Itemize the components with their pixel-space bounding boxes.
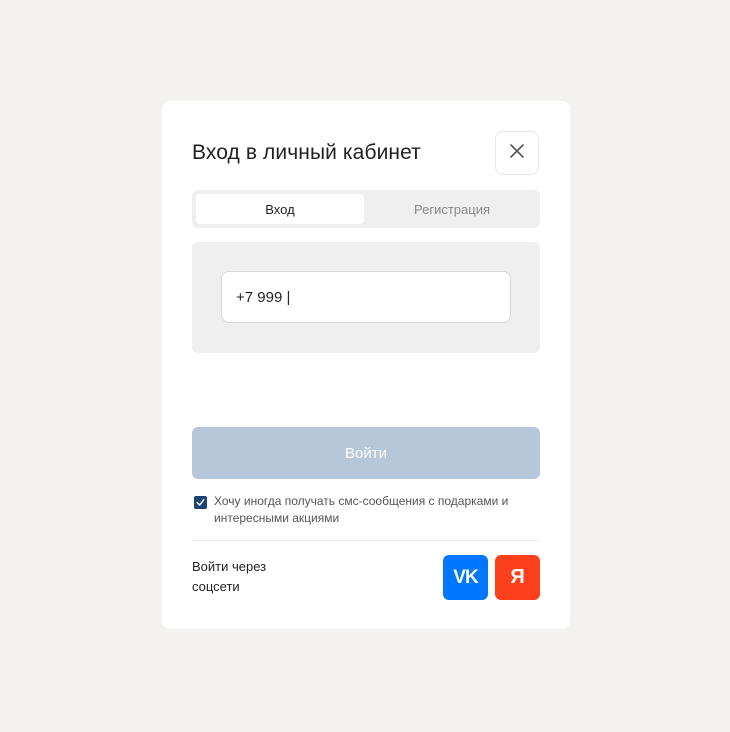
yandex-icon: Я [510,566,525,588]
social-login-label: Войти через соцсети [192,559,267,594]
sms-consent-text: Хочу иногда получать смс-сообщения с под… [214,494,509,525]
login-modal: Вход в личный кабинет Вход Регистрация В… [162,101,570,629]
phone-input-panel [192,242,540,353]
yandex-login-button[interactable]: Я [495,555,540,600]
vk-login-button[interactable]: VK [443,555,488,600]
vk-icon: VK [453,566,478,588]
login-button[interactable]: Войти [192,427,540,479]
tab-login[interactable]: Вход [196,194,364,224]
checkmark-icon [196,494,205,512]
modal-title: Вход в личный кабинет [192,141,421,164]
tab-registration[interactable]: Регистрация [368,194,536,224]
phone-input[interactable] [221,271,511,323]
close-button[interactable] [495,131,539,175]
sms-consent-checkbox[interactable] [194,496,207,509]
auth-tabs: Вход Регистрация [192,190,540,228]
sms-consent: Хочу иногда получать смс-сообщения с под… [194,493,539,527]
divider [192,540,540,541]
close-icon [510,143,524,163]
